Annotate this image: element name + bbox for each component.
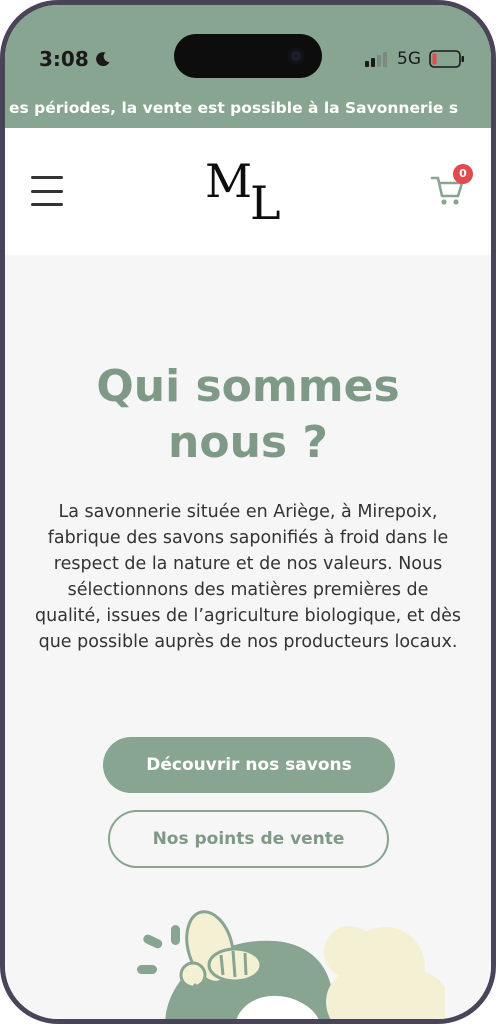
cart-count-badge: 0 (453, 164, 473, 184)
bee-flower-illustration (137, 910, 445, 1019)
signal-icon (365, 52, 387, 67)
about-description: La savonnerie située en Ariège, à Mirepo… (35, 502, 461, 652)
hamburger-icon (31, 176, 63, 179)
site-header: M L 0 (5, 128, 491, 255)
status-indicators: 5G (365, 49, 465, 69)
announcement-marquee: es périodes, la vente est possible à la … (9, 99, 459, 117)
menu-button[interactable] (31, 176, 63, 206)
hamburger-icon-bar (31, 203, 63, 206)
discover-soaps-button[interactable]: Découvrir nos savons (103, 737, 395, 793)
status-time-label: 3:08 (39, 47, 89, 71)
dynamic-island (174, 34, 322, 78)
logo-letter-m: M (205, 154, 253, 208)
camera-icon (288, 48, 304, 64)
points-of-sale-button[interactable]: Nos points de vente (108, 810, 389, 868)
hamburger-icon-bar (31, 189, 63, 193)
phone-frame: 3:08 5G es périodes, la vente est possib… (0, 0, 496, 1024)
battery-icon (429, 50, 464, 68)
top-banner: 3:08 5G es périodes, la vente est possib… (5, 5, 491, 128)
network-label: 5G (397, 49, 421, 69)
status-time: 3:08 (39, 47, 111, 71)
title-line-2: nous ? (168, 417, 328, 468)
logo-letter-l: L (250, 176, 281, 230)
page-title: Qui sommes nous ? (5, 359, 491, 471)
about-section: Qui sommes nous ? La savonnerie située e… (5, 255, 491, 1019)
title-line-1: Qui sommes (96, 361, 400, 412)
site-logo[interactable]: M L (205, 154, 285, 230)
moon-icon (95, 52, 110, 67)
